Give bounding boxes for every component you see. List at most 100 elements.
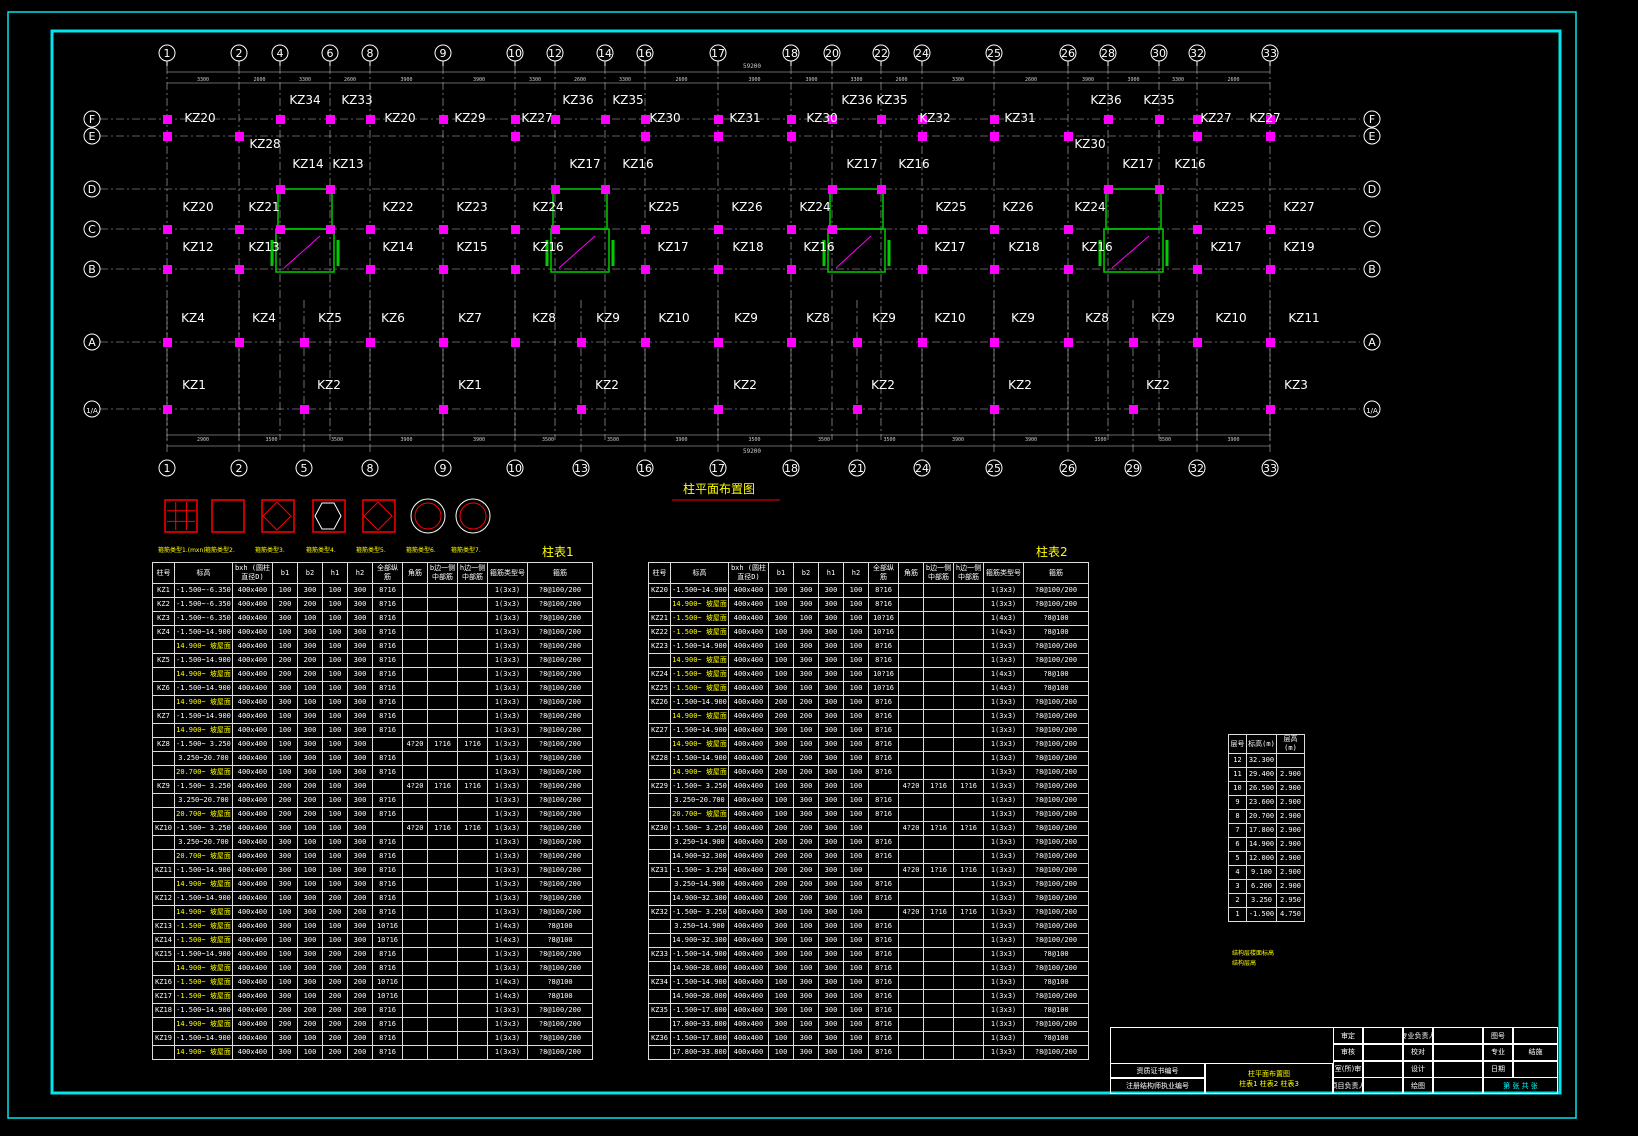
table-cell: 100 (322, 849, 348, 864)
axis-bubble-left-label: A (88, 336, 96, 349)
table-cell: 100 (793, 933, 819, 948)
column-label: KZ9 (734, 311, 758, 325)
axis-bubble-bottom-label: 10 (508, 462, 522, 475)
axis-bubble-bottom-label: 17 (711, 462, 725, 475)
table-cell: 1(3x3) (983, 807, 1024, 822)
table-cell: 8?16 (868, 723, 899, 738)
column-label: KZ17 (657, 240, 688, 254)
table-cell (457, 681, 488, 696)
table-cell: 14.900~28.000 (670, 989, 729, 1004)
column-label: KZ23 (456, 200, 487, 214)
table-cell (427, 877, 458, 892)
table-cell: 8?16 (372, 765, 403, 780)
column-label: KZ34 (289, 93, 320, 107)
table-cell: 100 (843, 975, 869, 990)
drawing-name: 柱平面布置图 柱表1 柱表2 柱表3 (1205, 1063, 1333, 1094)
table-row: KZ7 -1.500~14.900 400x400 100 300 100 300 8?16 1… (152, 709, 593, 724)
table-cell: 2.900 (1276, 879, 1305, 894)
section-type-5 (362, 499, 396, 533)
column-label: KZ30 (649, 111, 680, 125)
axis-bubble-bottom-label: 29 (1126, 462, 1140, 475)
table-cell: 200 (793, 891, 819, 906)
table-row: KZ28 -1.500~14.900 400x400 200 200 300 100 8?16… (648, 751, 1089, 766)
table-cell (953, 737, 984, 752)
table-cell: 400x400 (728, 681, 769, 696)
axis-bubble-top-label: 14 (598, 47, 612, 60)
table-cell (898, 681, 924, 696)
column-label: KZ4 (181, 311, 205, 325)
table-cell: 8?16 (372, 751, 403, 766)
hoop (363, 501, 393, 531)
table-cell: 3.250~20.700 (174, 751, 233, 766)
table-row: KZ8 -1.500~ 3.250 400x400 100 300 100 300 4?20 1… (152, 737, 593, 752)
table-cell (898, 1031, 924, 1046)
dim-text: 3900 (1127, 77, 1139, 83)
table-cell (427, 723, 458, 738)
table-cell: 5 (1228, 851, 1247, 866)
table-cell (457, 709, 488, 724)
table-cell: 100 (793, 723, 819, 738)
table-cell (457, 765, 488, 780)
role-label: 绘图 (1403, 1077, 1433, 1095)
table-cell: 4?20 (402, 821, 428, 836)
table-cell: 8?16 (868, 877, 899, 892)
column-C (918, 225, 927, 234)
column-C (163, 225, 172, 234)
table-cell: 400x400 (232, 639, 273, 654)
table-cell: 400x400 (728, 919, 769, 934)
table-cell: 300 (347, 933, 373, 948)
table-cell (402, 709, 428, 724)
table-cell: 100 (843, 765, 869, 780)
table-header-cell: b边一侧中部筋 (427, 562, 458, 584)
table-cell: 400x400 (728, 653, 769, 668)
table-header-cell: b1 (272, 562, 298, 584)
table-cell: 300 (297, 947, 323, 962)
column-label: KZ35 (1143, 93, 1174, 107)
table-cell: ?8@100 (1023, 975, 1089, 990)
dim-text: 3900 (748, 77, 760, 83)
table-cell (923, 961, 954, 976)
column-label: KZ2 (733, 378, 757, 392)
table-cell: 8?16 (868, 583, 899, 598)
table-cell: ?8@100/200 (1023, 765, 1089, 780)
table-cell: 1(3x3) (487, 597, 528, 612)
table-cell (868, 779, 899, 794)
column-C (1064, 225, 1073, 234)
table-cell (402, 667, 428, 682)
table-cell: ?8@100/200 (527, 877, 593, 892)
table-cell (923, 947, 954, 962)
table-header-row: 柱号 标高 bxh (圆柱直径D) b1 b2 h1 h2 全部纵筋 角筋 b边一侧中部筋 h边一侧… (648, 562, 1089, 584)
table-cell (457, 625, 488, 640)
table-cell: KZ5 (152, 653, 175, 668)
column-C (366, 225, 375, 234)
table-cell: 200 (793, 821, 819, 836)
table-cell (953, 793, 984, 808)
table-cell (457, 639, 488, 654)
dim-text: 2600 (253, 77, 265, 83)
hoop (262, 501, 292, 531)
table-cell: 400x400 (232, 891, 273, 906)
table-cell: 300 (297, 905, 323, 920)
column-label: KZ25 (1213, 200, 1244, 214)
table-header-row: 柱号 标高 bxh (圆柱直径D) b1 b2 h1 h2 全部纵筋 角筋 b边一侧中部筋 h边一侧… (152, 562, 593, 584)
table-cell (402, 947, 428, 962)
table-cell: 20.700 (1246, 809, 1277, 824)
table-cell: 1(3x3) (487, 695, 528, 710)
table-cell: 4?20 (898, 905, 924, 920)
table-cell: 8?16 (372, 597, 403, 612)
table-cell: 300 (347, 695, 373, 710)
table-cell: 300 (818, 877, 844, 892)
column-D (1104, 185, 1113, 194)
table-cell: 100 (793, 681, 819, 696)
table-cell: 300 (347, 639, 373, 654)
column-A (1266, 338, 1275, 347)
overall-dim-top: 59200 (743, 63, 761, 70)
table-cell: 400x400 (728, 947, 769, 962)
column-C (551, 225, 560, 234)
table-cell (648, 597, 671, 612)
table-cell: 300 (272, 1031, 298, 1046)
table-cell (953, 877, 984, 892)
column-E (918, 132, 927, 141)
table-cell: 1(4x3) (487, 933, 528, 948)
table-cell: 8?16 (868, 989, 899, 1004)
